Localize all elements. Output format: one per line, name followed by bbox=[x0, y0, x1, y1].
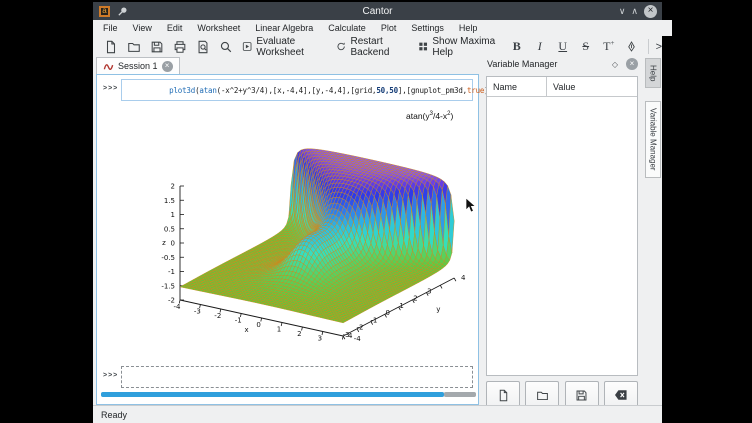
variable-manager-header: Variable Manager ◇ × bbox=[481, 55, 644, 73]
variable-manager-panel: Variable Manager ◇ × Name Value bbox=[481, 55, 644, 407]
mouse-cursor bbox=[465, 197, 477, 214]
column-value[interactable]: Value bbox=[547, 82, 575, 92]
close-dock-icon[interactable]: × bbox=[626, 58, 638, 70]
horizontal-scrollbar[interactable] bbox=[101, 392, 476, 397]
bold-button[interactable]: B bbox=[507, 38, 527, 55]
restart-label: Restart Backend bbox=[351, 36, 410, 58]
variables-table[interactable]: Name Value bbox=[486, 76, 638, 376]
menubar: File View Edit Worksheet Linear Algebra … bbox=[93, 20, 672, 36]
plot3d-surface-canvas bbox=[136, 101, 478, 363]
italic-icon: I bbox=[533, 39, 547, 54]
toolbar-separator bbox=[648, 39, 649, 54]
evaluate-icon bbox=[242, 40, 252, 53]
print-button[interactable] bbox=[170, 39, 190, 55]
menu-help[interactable]: Help bbox=[459, 23, 478, 33]
evaluate-worksheet-button[interactable]: Evaluate Worksheet bbox=[239, 35, 330, 59]
restart-icon bbox=[336, 40, 346, 53]
search-button[interactable] bbox=[216, 39, 236, 55]
command-entry[interactable]: plot3d(atan(-x^2+y^3/4),[x,-4,4],[y,-4,4… bbox=[121, 79, 473, 101]
backspace-icon bbox=[614, 389, 628, 401]
save-icon bbox=[575, 389, 588, 402]
menu-calculate[interactable]: Calculate bbox=[328, 23, 366, 33]
save-button[interactable] bbox=[147, 39, 167, 55]
menu-settings[interactable]: Settings bbox=[411, 23, 444, 33]
superscript-icon: T+ bbox=[602, 39, 616, 54]
cantor-window: a Cantor ∨ ∧ × File View Edit Worksheet … bbox=[93, 2, 662, 423]
close-tab-icon[interactable]: × bbox=[162, 61, 173, 72]
tab-session-1[interactable]: Session 1 × bbox=[96, 57, 180, 74]
tab-label: Session 1 bbox=[118, 61, 158, 71]
menu-worksheet[interactable]: Worksheet bbox=[197, 23, 240, 33]
desktop-background: a Cantor ∨ ∧ × File View Edit Worksheet … bbox=[0, 0, 752, 423]
print-preview-button[interactable] bbox=[193, 39, 213, 55]
underline-icon: U bbox=[556, 39, 570, 54]
dock-tab-strip: Help Variable Manager bbox=[645, 58, 662, 178]
print-icon bbox=[173, 40, 187, 54]
evaluate-label: Evaluate Worksheet bbox=[256, 36, 327, 58]
statusbar: Ready bbox=[93, 405, 662, 423]
variables-table-header: Name Value bbox=[487, 77, 637, 97]
window-title: Cantor bbox=[93, 6, 662, 17]
bold-icon: B bbox=[510, 39, 524, 54]
maxima-help-icon bbox=[418, 40, 428, 53]
dock-tab-variable-manager[interactable]: Variable Manager bbox=[645, 101, 661, 178]
menu-plot[interactable]: Plot bbox=[381, 23, 397, 33]
worksheet-tabbar: Session 1 × bbox=[96, 57, 479, 75]
column-name[interactable]: Name bbox=[487, 77, 547, 96]
open-folder-icon bbox=[536, 389, 549, 402]
pen-nib-icon bbox=[625, 40, 638, 53]
new-document-icon bbox=[497, 389, 510, 402]
empty-command-prompt: >>> bbox=[103, 372, 118, 379]
menu-linear-algebra[interactable]: Linear Algebra bbox=[255, 23, 313, 33]
open-worksheet-button[interactable] bbox=[124, 39, 144, 55]
variable-manager-title: Variable Manager bbox=[487, 59, 557, 69]
toolbar-overflow-chevron[interactable]: > bbox=[656, 41, 662, 53]
search-icon bbox=[219, 40, 233, 54]
menu-edit[interactable]: Edit bbox=[167, 23, 183, 33]
dock-tab-help[interactable]: Help bbox=[645, 58, 661, 88]
close-window-button[interactable]: × bbox=[644, 5, 657, 18]
document-preview-icon bbox=[196, 40, 210, 54]
maximize-icon[interactable]: ∧ bbox=[631, 7, 638, 16]
menu-view[interactable]: View bbox=[133, 23, 152, 33]
underline-button[interactable]: U bbox=[553, 38, 573, 55]
strikethrough-button[interactable]: S bbox=[576, 38, 596, 55]
toolbar: Evaluate Worksheet Restart Backend Show … bbox=[93, 36, 670, 57]
command-code: plot3d(atan(-x^2+y^3/4),[x,-4,4],[y,-4,4… bbox=[126, 77, 497, 104]
command-prompt: >>> bbox=[103, 85, 118, 92]
strikethrough-icon: S bbox=[579, 39, 593, 54]
menu-file[interactable]: File bbox=[103, 23, 118, 33]
save-icon bbox=[150, 40, 164, 54]
restart-backend-button[interactable]: Restart Backend bbox=[333, 35, 412, 59]
float-dock-icon[interactable]: ◇ bbox=[612, 60, 618, 69]
shade-icon[interactable]: ∨ bbox=[619, 7, 626, 16]
scrollbar-handle[interactable] bbox=[101, 392, 444, 397]
text-color-button[interactable] bbox=[622, 39, 641, 54]
new-document-icon bbox=[104, 40, 118, 54]
plot-annotation: atan(y3/4-x2) bbox=[406, 111, 453, 121]
italic-button[interactable]: I bbox=[530, 38, 550, 55]
session-icon bbox=[103, 61, 114, 72]
open-folder-icon bbox=[127, 40, 141, 54]
new-worksheet-button[interactable] bbox=[101, 39, 121, 55]
superscript-button[interactable]: T+ bbox=[599, 38, 619, 55]
status-text: Ready bbox=[101, 410, 127, 420]
titlebar[interactable]: a Cantor ∨ ∧ × bbox=[93, 2, 662, 20]
empty-command-entry[interactable] bbox=[121, 366, 473, 388]
worksheet-view[interactable]: >>> plot3d(atan(-x^2+y^3/4),[x,-4,4],[y,… bbox=[96, 74, 479, 405]
